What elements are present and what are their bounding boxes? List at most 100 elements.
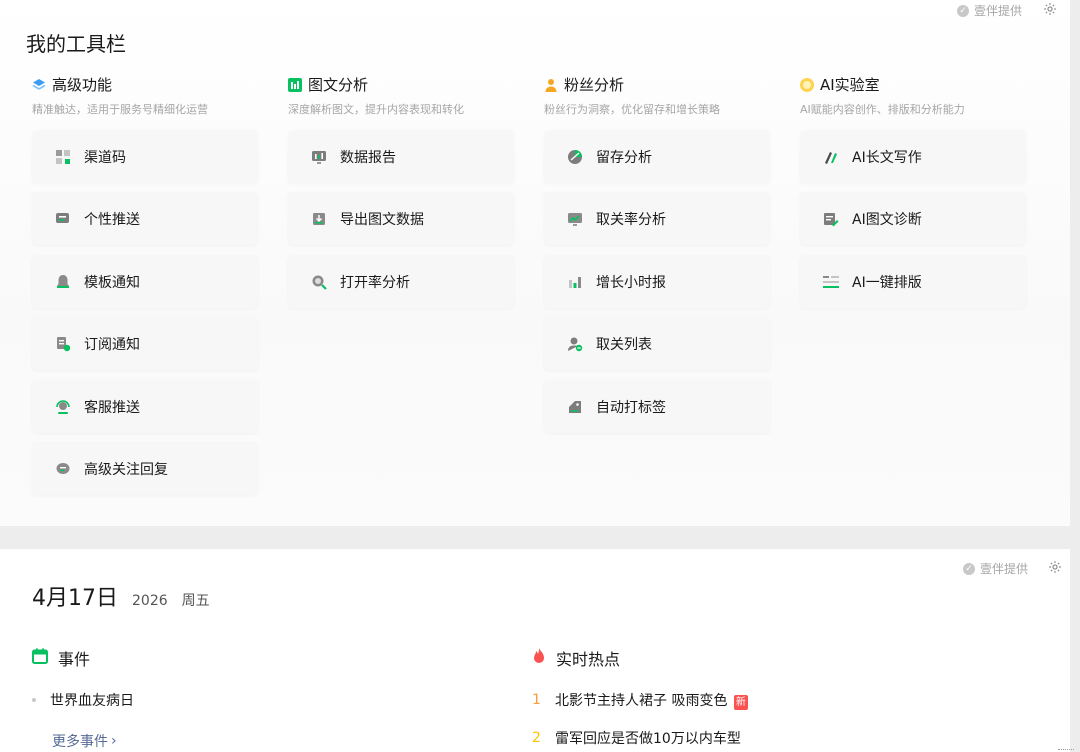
provider-label: ✓ 壹伴提供 <box>957 2 1022 19</box>
magnifier-chart-icon <box>310 273 328 291</box>
column-fans-analysis-header: 粉丝分析 粉丝行为洞察，优化留存和增长策略 <box>544 74 784 117</box>
column-ai-lab-header: AI实验室 AI赋能内容创作、排版和分析能力 <box>800 74 1040 117</box>
bar-chart-icon <box>288 77 302 92</box>
ai-diagnose-icon <box>822 210 840 228</box>
tool-growth-hourly-report[interactable]: 增长小时报 <box>544 255 770 308</box>
tool-data-report[interactable]: 数据报告 <box>288 130 514 183</box>
check-badge-icon: ✓ <box>963 562 975 575</box>
tool-channel-code[interactable]: 渠道码 <box>32 130 258 183</box>
column-title: 图文分析 <box>308 76 369 94</box>
date-weekday: 周五 <box>181 593 210 609</box>
more-events-link[interactable]: 更多事件 › <box>52 731 117 751</box>
tool-label: AI长文写作 <box>852 149 922 166</box>
reply-bubble-icon <box>54 460 72 478</box>
bell-icon <box>54 273 72 291</box>
column-title: AI实验室 <box>820 76 880 94</box>
tool-label: AI一键排版 <box>852 274 922 291</box>
export-icon <box>310 210 328 228</box>
column-subtitle: 粉丝行为洞察，优化留存和增长策略 <box>544 103 720 116</box>
column-title: 粉丝分析 <box>564 76 625 94</box>
date-day: 4月17日 <box>32 586 118 611</box>
tool-advanced-follow-reply[interactable]: 高级关注回复 <box>32 442 258 495</box>
provider-text: 壹伴提供 <box>974 4 1023 18</box>
more-events-text: 更多事件 <box>52 734 108 750</box>
tool-label: 导出图文数据 <box>340 211 424 228</box>
column-advanced-header: 高级功能 精准触达，适用于服务号精细化运营 <box>32 74 272 117</box>
events-header: 事件 <box>32 646 90 670</box>
toolbar-panel: ✓ 壹伴提供 我的工具栏 高级功能 精准触达，适用于服务号精细化运营 图文分析 … <box>0 0 1070 526</box>
tool-label: 留存分析 <box>596 149 652 166</box>
column-title: 高级功能 <box>52 76 113 94</box>
provider-text: 壹伴提供 <box>980 562 1029 576</box>
tool-ai-article-diagnose[interactable]: AI图文诊断 <box>800 192 1026 245</box>
tool-unfollow-list[interactable]: 取关列表 <box>544 317 770 370</box>
layers-icon <box>32 78 46 92</box>
ai-write-icon <box>822 148 840 166</box>
growth-bars-icon <box>566 273 584 291</box>
tool-unfollow-rate-analysis[interactable]: 取关率分析 <box>544 192 770 245</box>
hot-topics-header: 实时热点 <box>532 646 620 670</box>
flame-icon <box>532 648 546 668</box>
event-item: 世界血友病日 <box>32 690 134 710</box>
hot-topic-item[interactable]: 1 北影节主持人裙子 吸雨变色 新 <box>532 690 748 710</box>
chevron-right-icon: › <box>111 733 117 749</box>
user-minus-icon <box>566 335 584 353</box>
tool-template-notify[interactable]: 模板通知 <box>32 255 258 308</box>
calendar-icon <box>32 648 48 668</box>
settings-gear-icon[interactable] <box>1042 1 1058 17</box>
tool-auto-tagging[interactable]: 自动打标签 <box>544 380 770 433</box>
tool-personal-push[interactable]: 个性推送 <box>32 192 258 245</box>
toolbar-title: 我的工具栏 <box>26 32 126 56</box>
trend-monitor-icon <box>566 210 584 228</box>
column-subtitle: 精准触达，适用于服务号精细化运营 <box>32 103 208 116</box>
tool-label: 高级关注回复 <box>84 461 168 478</box>
check-badge-icon: ✓ <box>957 4 969 17</box>
column-subtitle: 深度解析图文，提升内容表现和转化 <box>288 103 464 116</box>
subscribe-doc-icon <box>54 335 72 353</box>
hot-topics-title: 实时热点 <box>556 650 621 669</box>
column-article-analysis-header: 图文分析 深度解析图文，提升内容表现和转化 <box>288 74 528 117</box>
pie-icon <box>566 148 584 166</box>
events-title: 事件 <box>58 650 91 669</box>
tool-label: 订阅通知 <box>84 336 140 353</box>
headset-icon <box>54 398 72 416</box>
hot-topic-text: 雷军回应是否做10万以内车型 <box>555 731 741 747</box>
tool-label: 取关率分析 <box>596 211 666 228</box>
hot-rank: 2 <box>532 730 541 746</box>
chat-push-icon <box>54 210 72 228</box>
column-subtitle: AI赋能内容创作、排版和分析能力 <box>800 103 965 116</box>
qrcode-icon <box>54 148 72 166</box>
tool-label: 增长小时报 <box>596 274 666 291</box>
ai-layout-icon <box>822 273 840 291</box>
tool-retention-analysis[interactable]: 留存分析 <box>544 130 770 183</box>
hot-topic-item[interactable]: 2 雷军回应是否做10万以内车型 <box>532 728 741 748</box>
tool-ai-one-click-layout[interactable]: AI一键排版 <box>800 255 1026 308</box>
tool-label: 打开率分析 <box>340 274 410 291</box>
event-text: 世界血友病日 <box>50 693 134 709</box>
tool-label: 自动打标签 <box>596 399 666 416</box>
ai-badge-icon <box>800 77 814 92</box>
tool-label: 个性推送 <box>84 211 140 228</box>
new-badge: 新 <box>733 695 748 710</box>
tool-label: 取关列表 <box>596 336 652 353</box>
tool-subscribe-notify[interactable]: 订阅通知 <box>32 317 258 370</box>
tool-label: AI图文诊断 <box>852 211 922 228</box>
report-icon <box>310 148 328 166</box>
provider-label: ✓ 壹伴提供 <box>963 560 1028 577</box>
date-header: 4月17日 2026 周五 <box>32 580 210 612</box>
tool-label: 模板通知 <box>84 274 140 291</box>
tool-open-rate-analysis[interactable]: 打开率分析 <box>288 255 514 308</box>
tool-ai-long-writing[interactable]: AI长文写作 <box>800 130 1026 183</box>
date-year: 2026 <box>132 593 168 609</box>
tool-label: 客服推送 <box>84 399 140 416</box>
tag-icon <box>566 398 584 416</box>
tool-label: 渠道码 <box>84 149 126 166</box>
scroll-indicator <box>1058 749 1074 750</box>
hot-topic-text: 北影节主持人裙子 吸雨变色 <box>555 693 728 709</box>
user-icon <box>544 78 558 92</box>
bullet-dot <box>32 698 36 702</box>
settings-gear-icon[interactable] <box>1047 559 1063 575</box>
tool-export-article-data[interactable]: 导出图文数据 <box>288 192 514 245</box>
tool-label: 数据报告 <box>340 149 396 166</box>
tool-service-push[interactable]: 客服推送 <box>32 380 258 433</box>
